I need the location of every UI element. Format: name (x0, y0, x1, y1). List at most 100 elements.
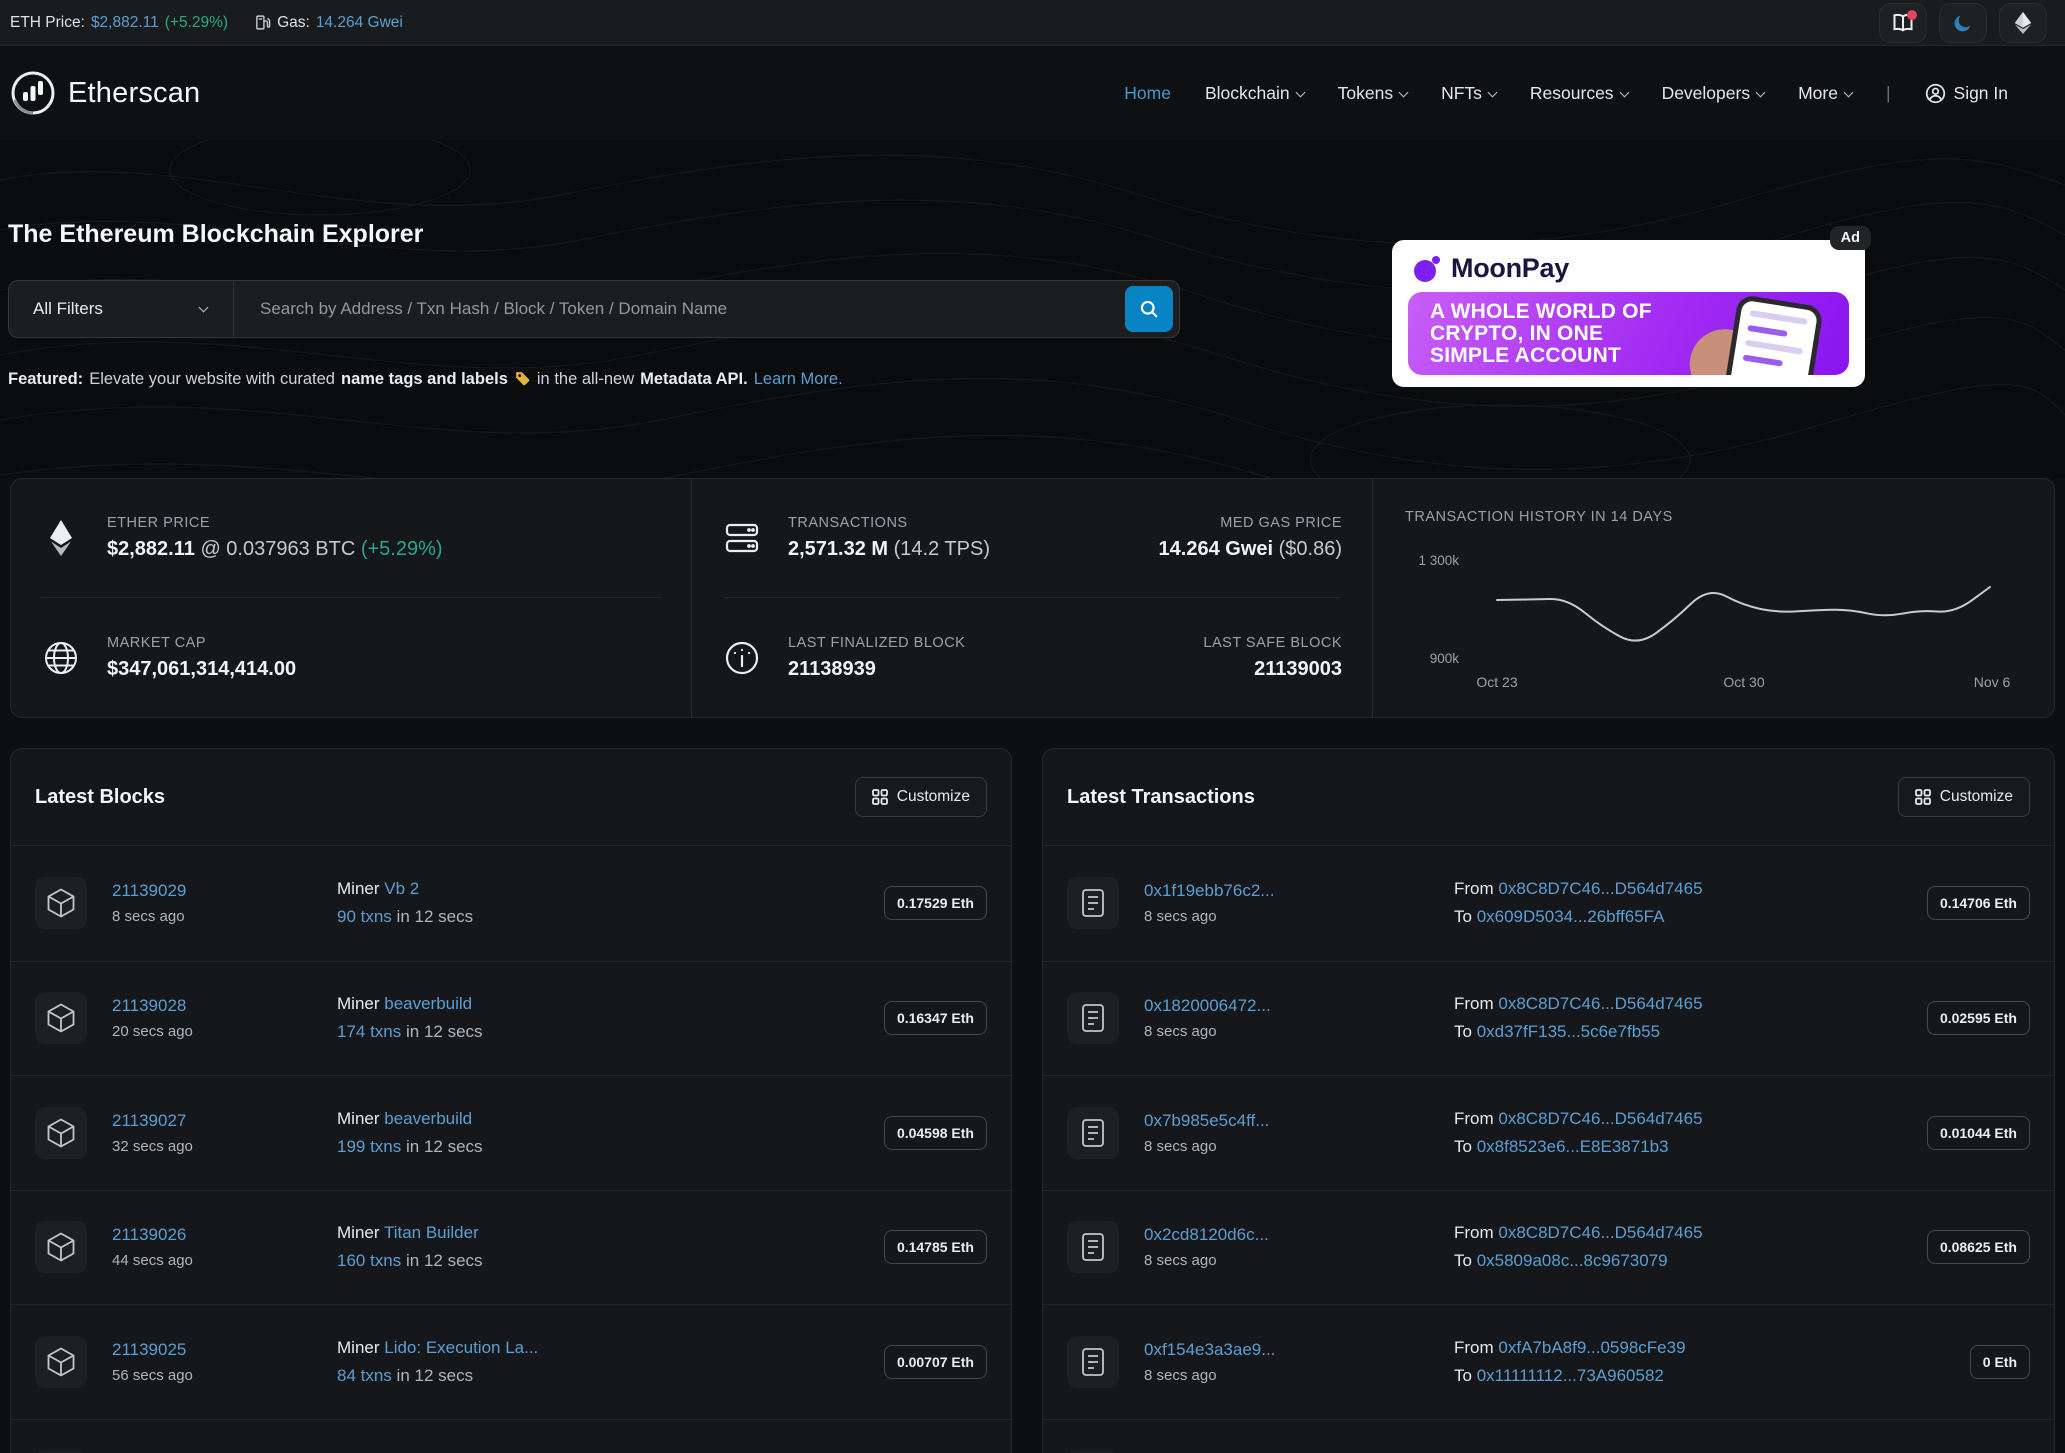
nav-tokens[interactable]: Tokens (1338, 83, 1409, 104)
chart-title: TRANSACTION HISTORY IN 14 DAYS (1405, 509, 1673, 525)
miner-link[interactable]: Lido: Execution La... (384, 1338, 538, 1357)
block-row: 21139028 20 secs ago Miner beaverbuild 174 … (11, 960, 1011, 1076)
tx-from-line: From 0x8C8D7C46...D564d7465 (1454, 994, 1703, 1014)
top-stats-bar: ETH Price: $2,882.11 (+5.29%) Gas: 14.26… (0, 0, 2065, 46)
tx-hash-link[interactable]: 0x1820006472... (1144, 996, 1271, 1015)
block-reward-badge: 0.16347 Eth (883, 1001, 987, 1036)
stat-label: LAST FINALIZED BLOCK (788, 634, 966, 651)
nav-blockchain[interactable]: Blockchain (1205, 83, 1306, 104)
y-axis-label-bottom: 900k (1429, 651, 1459, 666)
stat-label: LAST SAFE BLOCK (1203, 634, 1342, 651)
search-input[interactable] (234, 299, 1125, 319)
from-address-link[interactable]: 0x8C8D7C46...D564d7465 (1498, 879, 1702, 898)
txns-link[interactable]: 90 txns (337, 907, 392, 926)
block-time: 20 secs ago (112, 1023, 193, 1041)
ether-price-btc: @ 0.037963 BTC (200, 538, 356, 560)
grid-icon (1914, 789, 1931, 805)
block-number-link[interactable]: 21139025 (112, 1340, 186, 1359)
to-address-link[interactable]: 0x8f8523e6...E8E3871b3 (1477, 1137, 1669, 1156)
block-number-link[interactable]: 21139028 (112, 996, 186, 1015)
eth-price-value[interactable]: $2,882.11 (91, 14, 159, 32)
search-filter-dropdown[interactable]: All Filters (9, 281, 234, 337)
tx-value-badge: 0.01044 Eth (1926, 1115, 2030, 1150)
from-address-link[interactable]: 0x8C8D7C46...D564d7465 (1498, 1223, 1702, 1242)
tx-hash-link[interactable]: 0x7b985e5c4ff... (1144, 1111, 1269, 1130)
block-number-link[interactable]: 21139029 (112, 881, 186, 900)
to-address-link[interactable]: 0x11111112...73A960582 (1477, 1366, 1664, 1385)
nav-more[interactable]: More (1798, 83, 1854, 104)
miner-link[interactable]: Titan Builder (384, 1223, 479, 1242)
etherscan-logo[interactable]: Etherscan (10, 70, 200, 116)
stats-col-price: ETHER PRICE $2,882.11 @ 0.037963 BTC (+5… (11, 479, 692, 717)
stat-label: TRANSACTIONS (788, 515, 908, 531)
nav-divider: | (1885, 82, 1891, 103)
search-button[interactable] (1125, 286, 1173, 332)
theme-toggle-button[interactable] (1939, 2, 1987, 43)
y-axis-label-top: 1 300k (1418, 553, 1459, 568)
tx-hash-link[interactable]: 0x1f19ebb76c2... (1144, 881, 1274, 900)
to-address-link[interactable]: 0x609D5034...26bff65FA (1477, 907, 1665, 926)
ether-price-value[interactable]: $2,882.11 (107, 538, 195, 560)
from-address-link[interactable]: 0xfA7bA8f9...0598cFe39 (1498, 1338, 1685, 1357)
tx-hash-link[interactable]: 0x2cd8120d6c... (1144, 1225, 1269, 1244)
nav-nfts[interactable]: NFTs (1441, 83, 1498, 104)
to-address-link[interactable]: 0xd37fF135...5c6e7fb55 (1477, 1022, 1660, 1041)
cube-icon (35, 1335, 87, 1388)
from-address-link[interactable]: 0x8C8D7C46...D564d7465 (1498, 994, 1702, 1013)
blocks-list: 21139029 8 secs ago Miner Vb 2 90 txns in 1… (11, 846, 1011, 1453)
med-gas-value[interactable]: 14.264 Gwei (1159, 538, 1274, 560)
x-tick-oct30: Oct 30 (1723, 674, 1765, 690)
market-cap-value[interactable]: $347,061,314,414.00 (107, 658, 296, 681)
block-time: 8 secs ago (112, 908, 185, 926)
chevron-down-icon (1755, 87, 1766, 97)
tx-time: 8 secs ago (1144, 1023, 1217, 1041)
block-number-link[interactable]: 21139027 (112, 1111, 186, 1130)
cube-icon (35, 992, 87, 1045)
network-switch-button[interactable] (1999, 2, 2047, 43)
txns-link[interactable]: 199 txns (337, 1137, 401, 1156)
txns-link[interactable]: 174 txns (337, 1022, 401, 1041)
txns-link[interactable]: 160 txns (337, 1251, 401, 1270)
miner-link[interactable]: beaverbuild (384, 1109, 472, 1128)
tag-icon (514, 370, 531, 392)
block-time: 32 secs ago (112, 1137, 193, 1155)
block-number-link[interactable]: 21139026 (112, 1225, 186, 1244)
brand-name: Etherscan (68, 76, 201, 109)
customize-button[interactable]: Customize (854, 777, 987, 817)
sign-in-button[interactable]: Sign In (1925, 83, 2008, 104)
tx-hash-link[interactable]: 0xf154e3a3ae9... (1144, 1340, 1275, 1359)
featured-text: in the all-new (536, 369, 635, 388)
featured-bold: Metadata API. (640, 369, 748, 388)
learn-more-link[interactable]: Learn More. (754, 370, 843, 389)
from-address-link[interactable]: 0x8C8D7C46...D564d7465 (1498, 1109, 1702, 1128)
cube-icon (35, 877, 87, 930)
stat-label: ETHER PRICE (107, 515, 210, 531)
gas-value[interactable]: 14.264 Gwei (316, 14, 403, 32)
nav-resources[interactable]: Resources (1530, 83, 1630, 104)
block-reward-badge: 0.04598 Eth (883, 1115, 987, 1150)
latest-blocks-panel: Latest Blocks Customize 21139029 8 secs a… (10, 748, 1012, 1453)
notification-dot (1907, 9, 1917, 20)
nav-home[interactable]: Home (1124, 83, 1171, 104)
tx-time: 8 secs ago (1144, 1366, 1217, 1384)
announcements-button[interactable] (1879, 2, 1927, 43)
miner-link[interactable]: Vb 2 (384, 879, 419, 898)
eth-price-change: (+5.29%) (164, 13, 229, 31)
customize-button[interactable]: Customize (1897, 777, 2030, 817)
chevron-down-icon (1487, 87, 1498, 97)
nav-developers[interactable]: Developers (1662, 83, 1766, 104)
transaction-row: 0x2cd8120d6c... 8 secs ago From 0x8C8D7C46… (1043, 1189, 2054, 1305)
to-address-link[interactable]: 0x5809a08c...8c9673079 (1477, 1251, 1668, 1270)
tx-value-badge: 0.02595 Eth (1926, 1001, 2030, 1036)
block-miner-line: Miner Titan Builder (337, 1223, 479, 1243)
miner-link[interactable]: beaverbuild (384, 994, 472, 1013)
txns-link[interactable]: 84 txns (337, 1366, 392, 1385)
eth-price-label: ETH Price: (10, 13, 85, 31)
globe-icon (41, 640, 81, 676)
ether-price-change: (+5.29%) (360, 538, 443, 560)
document-icon (1067, 877, 1119, 930)
moonpay-ad[interactable]: Ad MoonPay A WHOLE WORLD OF CRYPTO, IN O… (1392, 226, 1871, 387)
transactions-value[interactable]: 2,571.32 M (788, 538, 888, 560)
tx-from-line: From 0xfA7bA8f9...0598cFe39 (1454, 1337, 1686, 1357)
featured-bold: name tags and labels (340, 369, 508, 388)
